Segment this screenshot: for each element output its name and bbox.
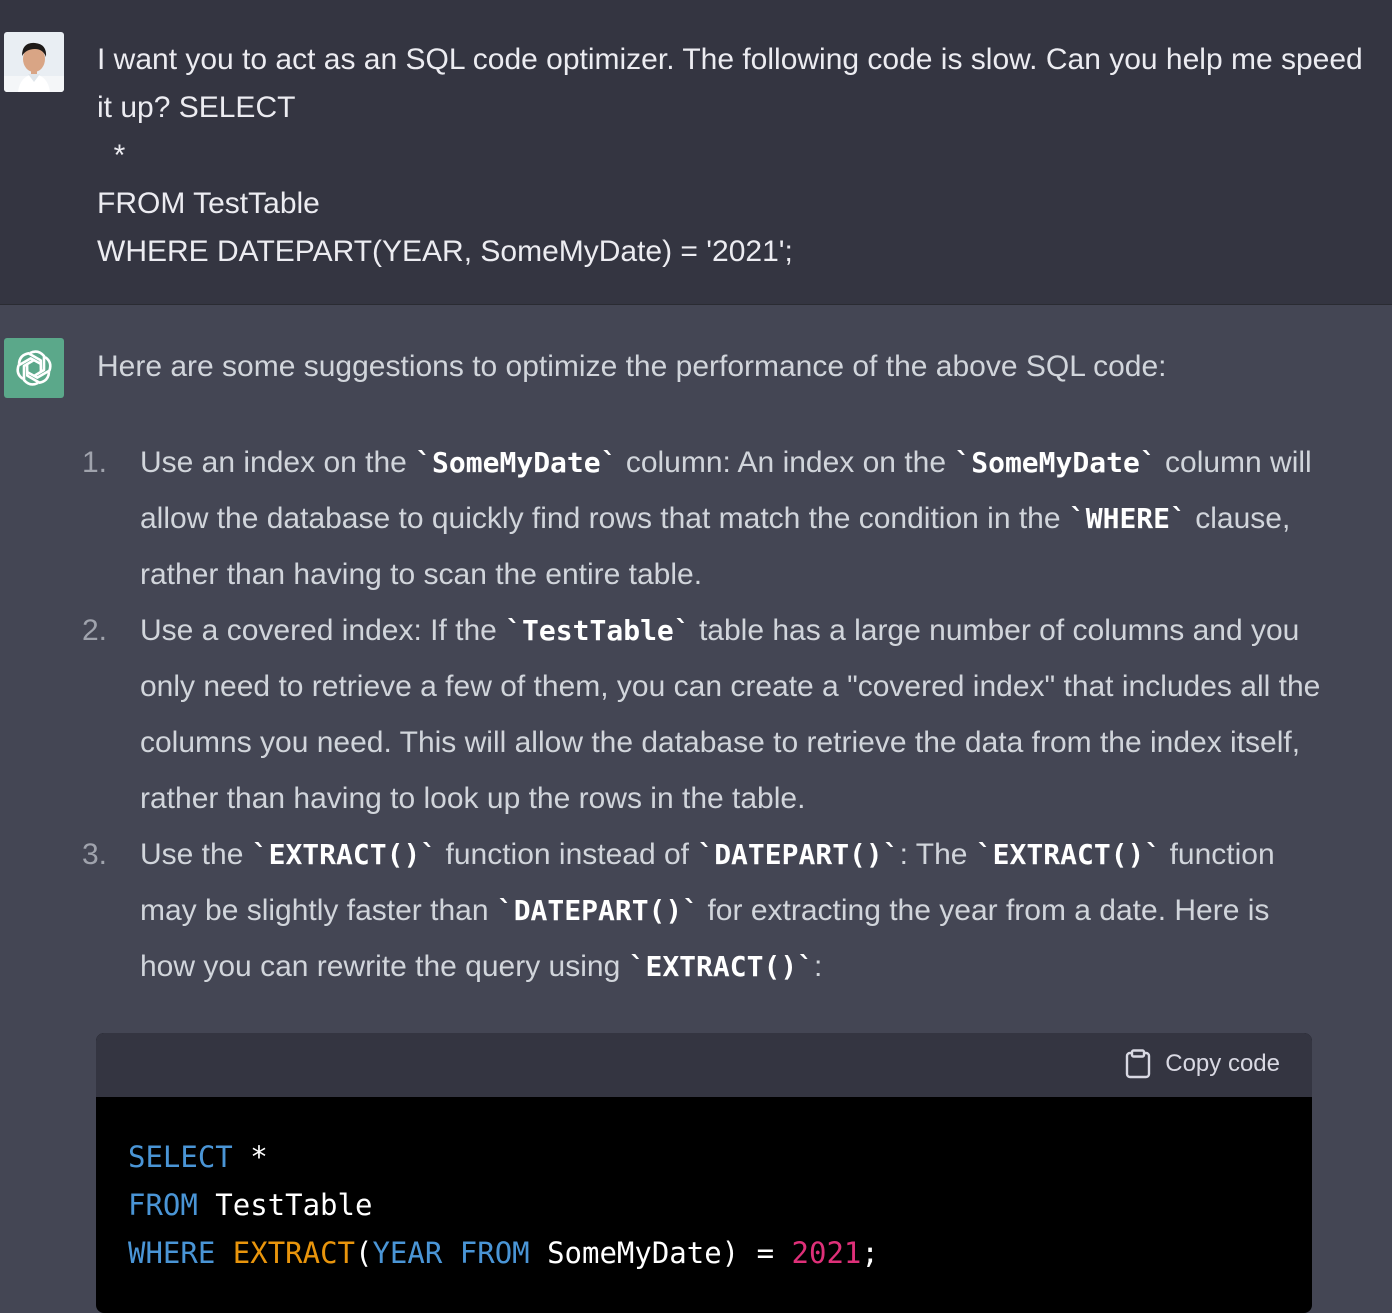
code-token: * — [232, 1140, 268, 1174]
list-item-number: 1. — [82, 446, 108, 479]
inline-code: `DATEPART()` — [697, 838, 900, 871]
code-token-kw: YEAR — [372, 1236, 443, 1270]
user-message-text: I want you to act as an SQL code optimiz… — [97, 43, 1363, 268]
user-avatar — [4, 32, 64, 92]
code-token: ; — [861, 1236, 879, 1270]
openai-logo-svg — [16, 350, 52, 386]
code-line: SELECT * — [128, 1133, 1280, 1181]
inline-code: `WHERE` — [1068, 502, 1187, 535]
list-item: 3. Use the `EXTRACT()` function instead o… — [80, 827, 1330, 995]
code-block: Copy code SELECT * FROM TestTable WHERE EX… — [96, 1033, 1312, 1313]
suggestion-list: 1. Use an index on the `SomeMyDate` colum… — [80, 435, 1330, 995]
copy-code-label: Copy code — [1165, 1050, 1280, 1077]
code-body: SELECT * FROM TestTable WHERE EXTRACT(YEAR… — [96, 1097, 1312, 1277]
list-item: 2. Use a covered index: If the `TestTable… — [80, 603, 1330, 827]
copy-code-button[interactable]: Copy code — [1125, 1049, 1280, 1079]
list-item-text: function instead of — [437, 838, 698, 871]
inline-code: `EXTRACT()` — [975, 838, 1162, 871]
list-item-number: 2. — [82, 614, 108, 647]
inline-code: `SomeMyDate` — [415, 446, 618, 479]
clipboard-icon — [1126, 1049, 1151, 1079]
code-token-fn: EXTRACT — [232, 1236, 355, 1270]
code-token: TestTable — [197, 1188, 373, 1222]
code-token-num-lit: 2021 — [791, 1236, 862, 1270]
list-item: 1. Use an index on the `SomeMyDate` colum… — [80, 435, 1330, 603]
list-item-text: Use an index on the — [140, 446, 416, 479]
code-line: WHERE EXTRACT(YEAR FROM SomeMyDate) = 20… — [128, 1229, 1280, 1277]
user-avatar-image — [4, 32, 64, 92]
code-token-kw: WHERE — [128, 1236, 216, 1270]
user-message: I want you to act as an SQL code optimiz… — [0, 0, 1392, 305]
code-token: ( — [355, 1236, 373, 1270]
inline-code: `TestTable` — [505, 614, 691, 647]
list-item-text: Use the — [140, 838, 252, 871]
inline-code: `EXTRACT()` — [251, 838, 438, 871]
list-item-text: : The — [899, 838, 976, 871]
code-token-kw: SELECT — [128, 1140, 233, 1174]
code-token: SomeMyDate) = — [529, 1236, 792, 1270]
assistant-intro-text: Here are some suggestions to optimize th… — [97, 350, 1167, 383]
code-line: FROM TestTable — [128, 1181, 1280, 1229]
list-item-number: 3. — [82, 838, 108, 871]
assistant-message: Here are some suggestions to optimize th… — [0, 305, 1392, 1313]
inline-code: `SomeMyDate` — [954, 446, 1157, 479]
code-token-kw: FROM — [128, 1188, 198, 1222]
inline-code: `EXTRACT()` — [628, 950, 815, 983]
openai-logo-icon — [4, 338, 64, 398]
list-item-text: Use a covered index: If the — [140, 614, 506, 647]
code-token-kw: FROM — [459, 1236, 530, 1270]
list-item-text: column: An index on the — [617, 446, 955, 479]
list-item-text: : — [814, 950, 823, 983]
code-block-header: Copy code — [96, 1033, 1312, 1097]
inline-code: `DATEPART()` — [496, 894, 700, 927]
